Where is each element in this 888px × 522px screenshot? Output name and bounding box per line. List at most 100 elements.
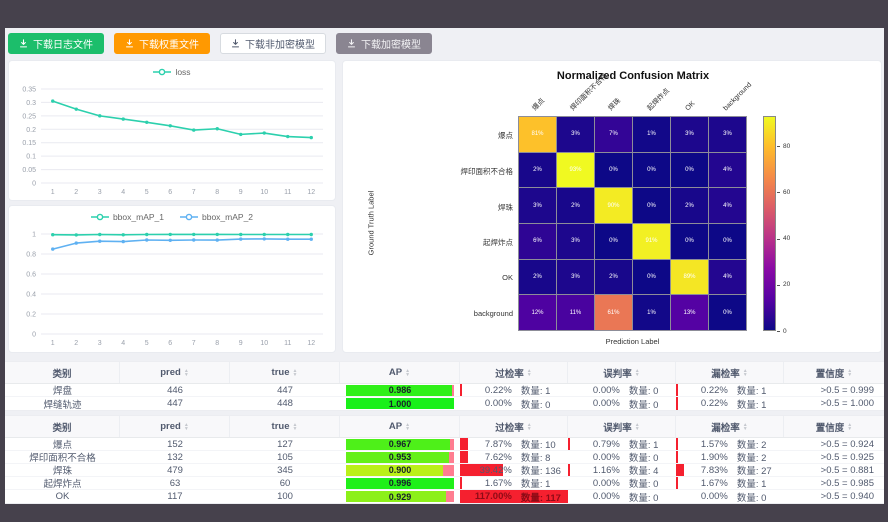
colorbar-tick-mark (777, 239, 780, 240)
ap-bar: 0.900 (346, 465, 454, 476)
download-log-file-button[interactable]: 下载日志文件 (8, 33, 104, 54)
rate-count: 数量: 0 (629, 397, 676, 410)
legend-line-icon (153, 68, 171, 76)
matrix-cell-1-1: 93% (557, 153, 594, 188)
svg-text:1: 1 (51, 340, 55, 347)
sort-arrows-icon[interactable]: ▲▼ (184, 369, 189, 377)
matrix-cell-4-2: 2% (595, 260, 632, 295)
sort-arrows-icon[interactable]: ▲▼ (405, 369, 410, 377)
column-header-漏检率[interactable]: 漏检率▲▼ (676, 362, 784, 383)
legend-label: bbox_mAP_2 (202, 212, 253, 222)
matrix-cell-5-0: 12% (519, 295, 556, 330)
column-header-置信度[interactable]: 置信度▲▼ (784, 416, 884, 437)
svg-text:0.8: 0.8 (26, 252, 36, 259)
true-cell: 105 (230, 451, 340, 463)
rate-percent: 0.00% (568, 478, 620, 489)
svg-text:0.15: 0.15 (22, 140, 36, 147)
matrix-col-label: 焊珠 (608, 97, 624, 113)
sort-arrows-icon[interactable]: ▲▼ (635, 369, 640, 377)
misjudge-rate-cell: 0.00%数量: 0 (568, 451, 676, 463)
column-header-过检率[interactable]: 过检率▲▼ (460, 416, 568, 437)
matrix-cell-3-5: 0% (709, 224, 746, 259)
download-button-label: 下载权重文件 (139, 36, 199, 51)
rate-count: 数量: 0 (737, 490, 784, 503)
download-encrypted-model-button[interactable]: 下载加密模型 (336, 33, 432, 54)
sort-arrows-icon[interactable]: ▲▼ (527, 369, 532, 377)
svg-text:8: 8 (215, 189, 219, 196)
map-chart-legend: bbox_mAP_1 bbox_mAP_2 (9, 212, 335, 222)
matrix-cell-1-5: 4% (709, 153, 746, 188)
table-row: OK1171000.929117.00%数量: 1170.00%数量: 00.0… (5, 490, 884, 503)
download-button-label: 下载加密模型 (361, 36, 421, 51)
matrix-cell-2-4: 2% (671, 188, 708, 223)
matrix-cell-0-1: 3% (557, 117, 594, 152)
column-header-true[interactable]: true▲▼ (230, 416, 340, 437)
column-header-label: 漏检率 (711, 366, 740, 380)
rate-percent: 0.22% (460, 385, 512, 396)
svg-text:5: 5 (145, 189, 149, 196)
svg-text:4: 4 (121, 340, 125, 347)
ap-cell: 0.986 (340, 384, 460, 396)
legend-item-bbox_mAP_2[interactable]: bbox_mAP_2 (180, 212, 253, 222)
overdetect-rate-cell: 39.42%数量: 136 (460, 464, 568, 476)
download-icon (19, 39, 28, 48)
matrix-cell-3-4: 0% (671, 224, 708, 259)
table-header-row: 类别pred▲▼true▲▼AP▲▼过检率▲▼误判率▲▼漏检率▲▼置信度▲▼ (5, 362, 884, 384)
column-header-置信度[interactable]: 置信度▲▼ (784, 362, 884, 383)
download-weights-file-button[interactable]: 下载权重文件 (114, 33, 210, 54)
column-header-误判率[interactable]: 误判率▲▼ (568, 416, 676, 437)
matrix-cell-1-4: 0% (671, 153, 708, 188)
column-header-AP[interactable]: AP▲▼ (340, 416, 460, 437)
column-header-过检率[interactable]: 过检率▲▼ (460, 362, 568, 383)
ap-value: 0.986 (346, 385, 454, 396)
sort-arrows-icon[interactable]: ▲▼ (847, 423, 852, 431)
rate-count: 数量: 1 (737, 384, 784, 396)
ap-bar: 0.996 (346, 478, 454, 489)
sort-arrows-icon[interactable]: ▲▼ (293, 369, 298, 377)
download-unencrypted-model-button[interactable]: 下载非加密模型 (220, 33, 326, 54)
overdetect-rate-cell: 0.00%数量: 0 (460, 397, 568, 410)
column-header-label: 类别 (52, 420, 71, 434)
loss-chart-card: loss 00.050.10.150.20.250.30.35123456789… (8, 60, 336, 201)
overdetect-rate-cell: 0.22% 数量: 1 (460, 384, 568, 396)
pred-cell: 446 (120, 384, 230, 396)
rate-count: 数量: 27 (737, 464, 784, 476)
sort-arrows-icon[interactable]: ▲▼ (847, 369, 852, 377)
legend-item-loss[interactable]: loss (153, 67, 190, 77)
column-header-漏检率[interactable]: 漏检率▲▼ (676, 416, 784, 437)
sort-arrows-icon[interactable]: ▲▼ (405, 423, 410, 431)
sort-arrows-icon[interactable]: ▲▼ (293, 423, 298, 431)
ap-cell: 0.900 (340, 464, 460, 476)
column-header-AP[interactable]: AP▲▼ (340, 362, 460, 383)
sort-arrows-icon[interactable]: ▲▼ (184, 423, 189, 431)
rate-percent: 0.00% (568, 385, 620, 396)
overdetect-rate-cell: 7.87%数量: 10 (460, 438, 568, 450)
svg-text:10: 10 (260, 189, 268, 196)
map-chart: 00.20.40.60.81123456789101112 (9, 226, 335, 350)
matrix-row-label: 焊印面积不合格 (343, 166, 513, 177)
svg-text:1: 1 (51, 189, 55, 196)
pred-cell: 447 (120, 397, 230, 410)
true-cell: 127 (230, 438, 340, 450)
column-header-误判率[interactable]: 误判率▲▼ (568, 362, 676, 383)
sort-arrows-icon[interactable]: ▲▼ (527, 423, 532, 431)
column-header-pred[interactable]: pred▲▼ (120, 362, 230, 383)
sort-arrows-icon[interactable]: ▲▼ (743, 369, 748, 377)
rate-percent: 0.00% (460, 398, 512, 409)
sort-arrows-icon[interactable]: ▲▼ (743, 423, 748, 431)
svg-text:8: 8 (215, 340, 219, 347)
confidence-cell: >0.5 = 1.000 (784, 397, 884, 410)
column-header-label: true (272, 367, 290, 378)
svg-text:9: 9 (239, 340, 243, 347)
legend-label: bbox_mAP_1 (113, 212, 164, 222)
miss-rate-cell: 0.22%数量: 1 (676, 384, 784, 396)
matrix-cell-4-4: 89% (671, 260, 708, 295)
column-header-true[interactable]: true▲▼ (230, 362, 340, 383)
sort-arrows-icon[interactable]: ▲▼ (635, 423, 640, 431)
column-header-pred[interactable]: pred▲▼ (120, 416, 230, 437)
svg-text:7: 7 (192, 189, 196, 196)
svg-text:7: 7 (192, 340, 196, 347)
legend-item-bbox_mAP_1[interactable]: bbox_mAP_1 (91, 212, 164, 222)
matrix-cell-4-0: 2% (519, 260, 556, 295)
rate-count: 数量: 1 (521, 384, 568, 396)
